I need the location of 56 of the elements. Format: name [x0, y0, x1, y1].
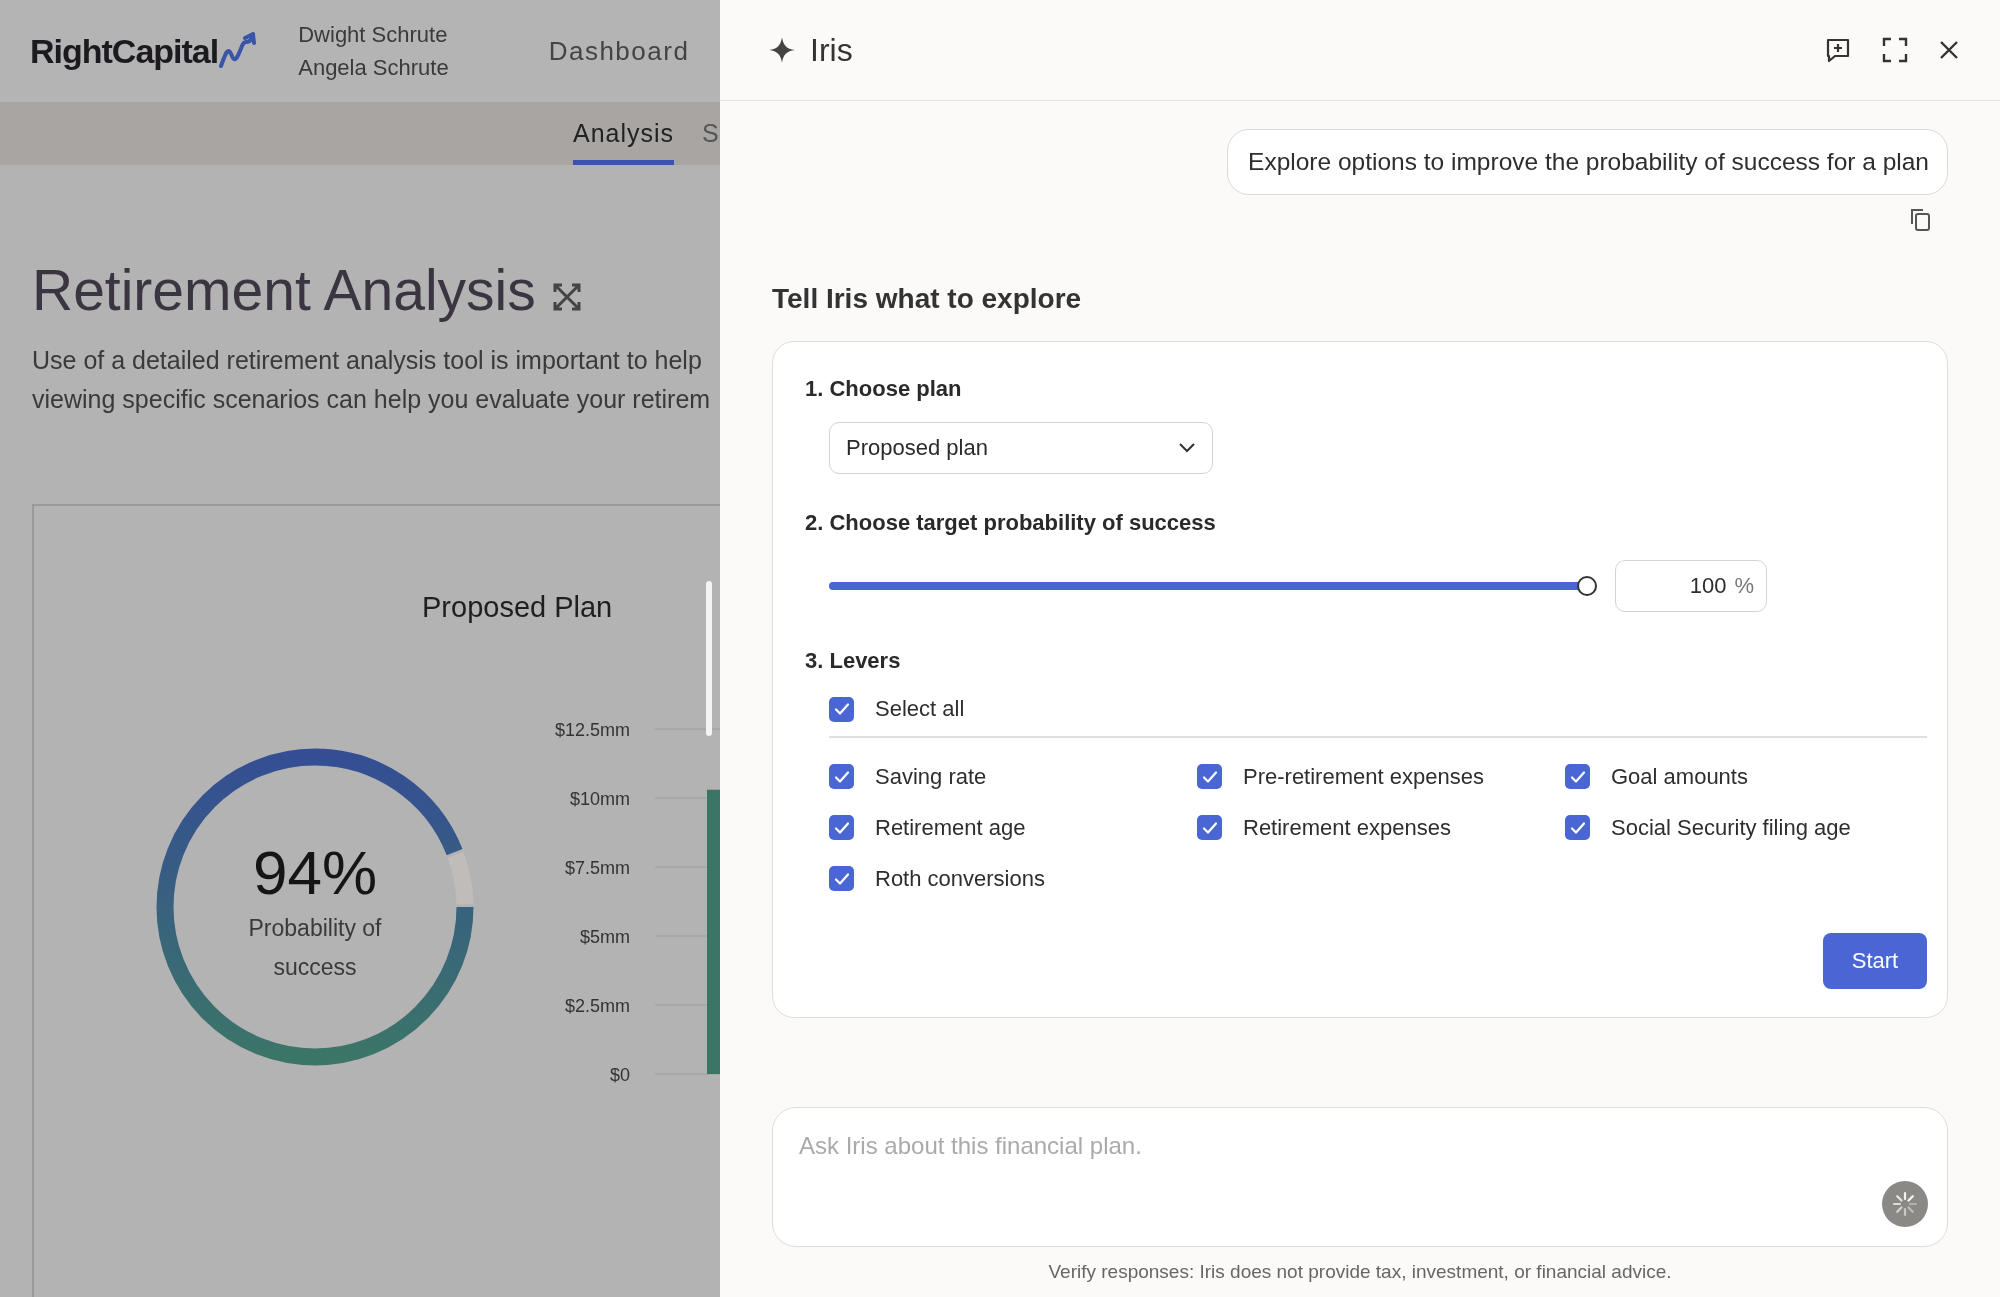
- checkbox[interactable]: [829, 866, 854, 891]
- checkbox[interactable]: [1197, 815, 1222, 840]
- copy-icon[interactable]: [1908, 207, 1932, 233]
- axis-label: $7.5mm: [564, 858, 630, 878]
- fullscreen-icon[interactable]: [1882, 37, 1908, 63]
- trend-arrow-icon: [218, 32, 259, 70]
- slider-thumb[interactable]: [1577, 576, 1597, 596]
- checkbox-label: Saving rate: [875, 763, 987, 790]
- checkbox-label: Pre-retirement expenses: [1243, 763, 1484, 790]
- checkbox-label: Retirement expenses: [1243, 814, 1451, 841]
- page-title: Retirement Analysis: [32, 257, 536, 324]
- axis-label: $0: [609, 1065, 630, 1085]
- description-text: Use of a detailed retirement analysis tool is important to help: [32, 345, 702, 376]
- plan-select[interactable]: Proposed plan: [829, 422, 1213, 474]
- user-message: Explore options to improve the probability of success for a plan: [1227, 129, 1948, 195]
- tab[interactable]: Analysis: [573, 102, 675, 165]
- gauge-value: 94%: [252, 837, 378, 909]
- chat-input[interactable]: Ask Iris about this financial plan.: [772, 1107, 1948, 1247]
- axis-label: $12.5mm: [554, 720, 630, 740]
- checkbox[interactable]: [1565, 815, 1590, 840]
- axis-label: $2.5mm: [564, 996, 630, 1016]
- checkbox-label: Retirement age: [875, 814, 1026, 841]
- checkbox-label: Goal amounts: [1611, 763, 1748, 790]
- logo-text: RightCapital: [30, 31, 219, 71]
- checkbox-label: Select all: [875, 696, 965, 722]
- card-title: Proposed Plan: [422, 591, 613, 624]
- axis-label: $5mm: [580, 927, 630, 947]
- nav-link[interactable]: Dashboard: [548, 35, 690, 67]
- sparkle-icon: [768, 36, 796, 64]
- spinner-icon: [1892, 1191, 1918, 1217]
- panel-title: Iris: [810, 31, 853, 69]
- step-label: 1. Choose plan: [805, 376, 963, 402]
- disclaimer-text: Verify responses: Iris does not provide tax, investment, or financial advice.: [1047, 1261, 1673, 1283]
- percent-field[interactable]: 100 %: [1615, 560, 1767, 612]
- checkbox[interactable]: [829, 764, 854, 789]
- gauge-label: Probability of success: [247, 914, 383, 982]
- checkbox-label: Social Security filing age: [1611, 814, 1851, 841]
- expand-icon[interactable]: [551, 282, 582, 312]
- start-button[interactable]: Start: [1823, 933, 1927, 989]
- checkbox[interactable]: [1565, 764, 1590, 789]
- step-label: 2. Choose target probability of success: [805, 510, 1217, 536]
- checkbox[interactable]: [1197, 764, 1222, 789]
- axis-label: $10mm: [569, 789, 630, 809]
- slider[interactable]: [829, 575, 1597, 597]
- checkbox[interactable]: [829, 815, 854, 840]
- client-name: Angela Schrute: [298, 54, 449, 82]
- scrollbar[interactable]: [706, 581, 712, 736]
- chevron-icon: [1178, 442, 1196, 454]
- checkbox[interactable]: [829, 696, 854, 722]
- close-icon[interactable]: [1938, 39, 1960, 61]
- step-label: 3. Levers: [805, 648, 902, 674]
- checkbox-label: Roth conversions: [875, 865, 1045, 892]
- client-name: Dwight Schrute: [298, 21, 449, 49]
- description-text: viewing specific scenarios can help you evaluate your retirem: [32, 384, 711, 415]
- section-heading: Tell Iris what to explore: [772, 283, 1083, 315]
- new-chat-icon[interactable]: [1824, 36, 1852, 64]
